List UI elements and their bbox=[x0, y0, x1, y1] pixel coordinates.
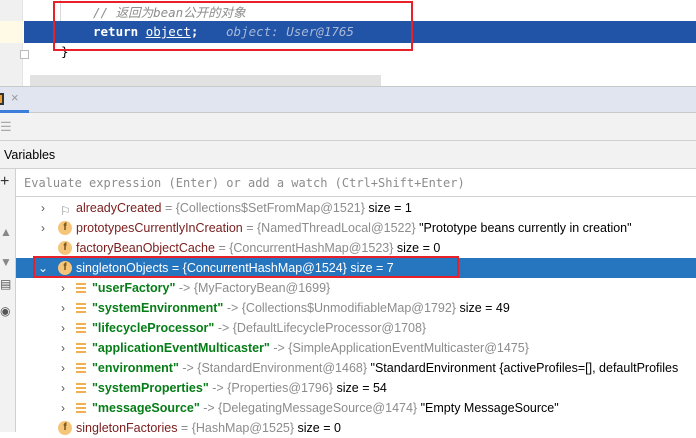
entry-extra: "Empty MessageSource" bbox=[417, 401, 559, 415]
copy-icon[interactable]: ▤ bbox=[0, 277, 11, 291]
expand-chevron-icon[interactable]: › bbox=[58, 298, 68, 318]
map-entry-row[interactable]: › "systemProperties" -> {Properties@1796… bbox=[16, 378, 696, 398]
map-entry-icon bbox=[76, 283, 86, 293]
entry-key: "applicationEventMulticaster" bbox=[92, 341, 270, 355]
entry-key: "messageSource" bbox=[92, 401, 200, 415]
expand-chevron-icon[interactable]: › bbox=[58, 318, 68, 338]
tree-row-factoryBeanObjectCache[interactable]: f factoryBeanObjectCache = {ConcurrentHa… bbox=[16, 238, 696, 258]
field-icon: f bbox=[58, 421, 72, 435]
entry-value: -> {StandardEnvironment@1468} bbox=[178, 361, 368, 375]
map-entry-icon bbox=[76, 383, 86, 393]
map-entry-icon bbox=[76, 403, 86, 413]
close-icon[interactable]: × bbox=[11, 90, 19, 105]
view-options-icon[interactable]: ◉ bbox=[0, 304, 10, 318]
entry-value: -> {SimpleApplicationEventMulticaster@14… bbox=[269, 341, 529, 355]
map-entry-icon bbox=[76, 363, 86, 373]
field-name: singletonFactories bbox=[76, 421, 178, 435]
expand-chevron-icon[interactable]: › bbox=[58, 358, 68, 378]
highlight-box-singletonObjects bbox=[33, 256, 459, 278]
map-entry-row[interactable]: › "systemEnvironment" -> {Collections$Un… bbox=[16, 298, 696, 318]
tree-row-prototypesCurrentlyInCreation[interactable]: › f prototypesCurrentlyInCreation = {Nam… bbox=[16, 218, 696, 238]
entry-extra: "StandardEnvironment {activeProfiles=[],… bbox=[367, 361, 679, 375]
entry-extra: size = 54 bbox=[333, 381, 387, 395]
expand-chevron-icon[interactable]: › bbox=[58, 338, 68, 358]
horizontal-scrollbar[interactable] bbox=[30, 75, 381, 86]
entry-value: -> {Properties@1796} bbox=[208, 381, 334, 395]
entry-key: "lifecycleProcessor" bbox=[92, 321, 215, 335]
entry-key: "systemEnvironment" bbox=[92, 301, 224, 315]
map-entry-row[interactable]: › "userFactory" -> {MyFactoryBean@1699} bbox=[16, 278, 696, 298]
field-extra: size = 0 bbox=[393, 241, 441, 255]
move-up-icon[interactable]: ▲ bbox=[0, 225, 12, 239]
variables-tree: › ⚐ alreadyCreated = {Collections$SetFro… bbox=[16, 198, 696, 435]
field-name: alreadyCreated bbox=[76, 201, 162, 215]
map-entry-row[interactable]: › "lifecycleProcessor" -> {DefaultLifecy… bbox=[16, 318, 696, 338]
debug-toolbar: ☰ bbox=[0, 113, 696, 141]
expand-chevron-icon[interactable]: › bbox=[58, 278, 68, 298]
fold-icon[interactable] bbox=[20, 50, 29, 59]
field-extra: size = 0 bbox=[294, 421, 341, 435]
evaluate-placeholder: Evaluate expression (Enter) or add a wat… bbox=[24, 176, 465, 190]
expand-chevron-icon[interactable]: › bbox=[58, 378, 68, 398]
field-extra: "Prototype beans currently in creation" bbox=[415, 221, 632, 235]
editor-gutter[interactable] bbox=[0, 0, 23, 86]
evaluate-expression-input[interactable]: Evaluate expression (Enter) or add a wat… bbox=[16, 169, 696, 197]
variables-side-toolbar: + ▲ ▼ ▤ ◉ bbox=[0, 169, 16, 432]
entry-value: -> {MyFactoryBean@1699} bbox=[175, 281, 331, 295]
expand-chevron-icon[interactable]: › bbox=[58, 398, 68, 418]
field-extra: size = 1 bbox=[364, 201, 412, 215]
variables-header: Variables bbox=[0, 141, 696, 169]
map-entry-icon bbox=[76, 343, 86, 353]
map-entry-icon bbox=[76, 303, 86, 313]
entry-key: "userFactory" bbox=[92, 281, 176, 295]
gutter-current-line bbox=[0, 21, 23, 43]
map-entry-row[interactable]: › "environment" -> {StandardEnvironment@… bbox=[16, 358, 696, 378]
list-settings-icon[interactable]: ☰ bbox=[0, 119, 12, 135]
expand-chevron-icon[interactable]: › bbox=[38, 198, 48, 218]
variables-title: Variables bbox=[4, 148, 56, 162]
entry-value: -> {Collections$UnmodifiableMap@1792} bbox=[223, 301, 456, 315]
entry-key: "systemProperties" bbox=[92, 381, 209, 395]
map-entry-row[interactable]: › "applicationEventMulticaster" -> {Simp… bbox=[16, 338, 696, 358]
field-icon: f bbox=[58, 221, 72, 235]
field-value: = {ConcurrentHashMap@1523} bbox=[214, 241, 394, 255]
field-value: = {Collections$SetFromMap@1521} bbox=[161, 201, 365, 215]
tree-row-singletonFactories[interactable]: f singletonFactories = {HashMap@1525} si… bbox=[16, 418, 696, 438]
map-entry-icon bbox=[76, 323, 86, 333]
field-icon: f bbox=[58, 241, 72, 255]
move-down-icon[interactable]: ▼ bbox=[0, 255, 12, 269]
field-name: prototypesCurrentlyInCreation bbox=[76, 221, 243, 235]
highlight-box-code bbox=[53, 1, 413, 51]
map-entry-row[interactable]: › "messageSource" -> {DelegatingMessageS… bbox=[16, 398, 696, 418]
entry-value: -> {DelegatingMessageSource@1474} bbox=[199, 401, 418, 415]
tree-row-alreadyCreated[interactable]: › ⚐ alreadyCreated = {Collections$SetFro… bbox=[16, 198, 696, 218]
entry-key: "environment" bbox=[92, 361, 179, 375]
debug-tab-icon[interactable] bbox=[0, 93, 4, 105]
entry-value: -> {DefaultLifecycleProcessor@1708} bbox=[214, 321, 427, 335]
entry-extra: size = 49 bbox=[455, 301, 510, 315]
expand-chevron-icon[interactable]: › bbox=[38, 218, 48, 238]
field-value: = {NamedThreadLocal@1522} bbox=[242, 221, 416, 235]
field-name: factoryBeanObjectCache bbox=[76, 241, 215, 255]
debug-tab-bar: × bbox=[0, 86, 696, 113]
add-watch-icon[interactable]: + bbox=[0, 173, 9, 191]
field-value: = {HashMap@1525} bbox=[177, 421, 295, 435]
code-editor[interactable]: // 返回为bean公开的对象 return object; object: U… bbox=[0, 0, 696, 86]
